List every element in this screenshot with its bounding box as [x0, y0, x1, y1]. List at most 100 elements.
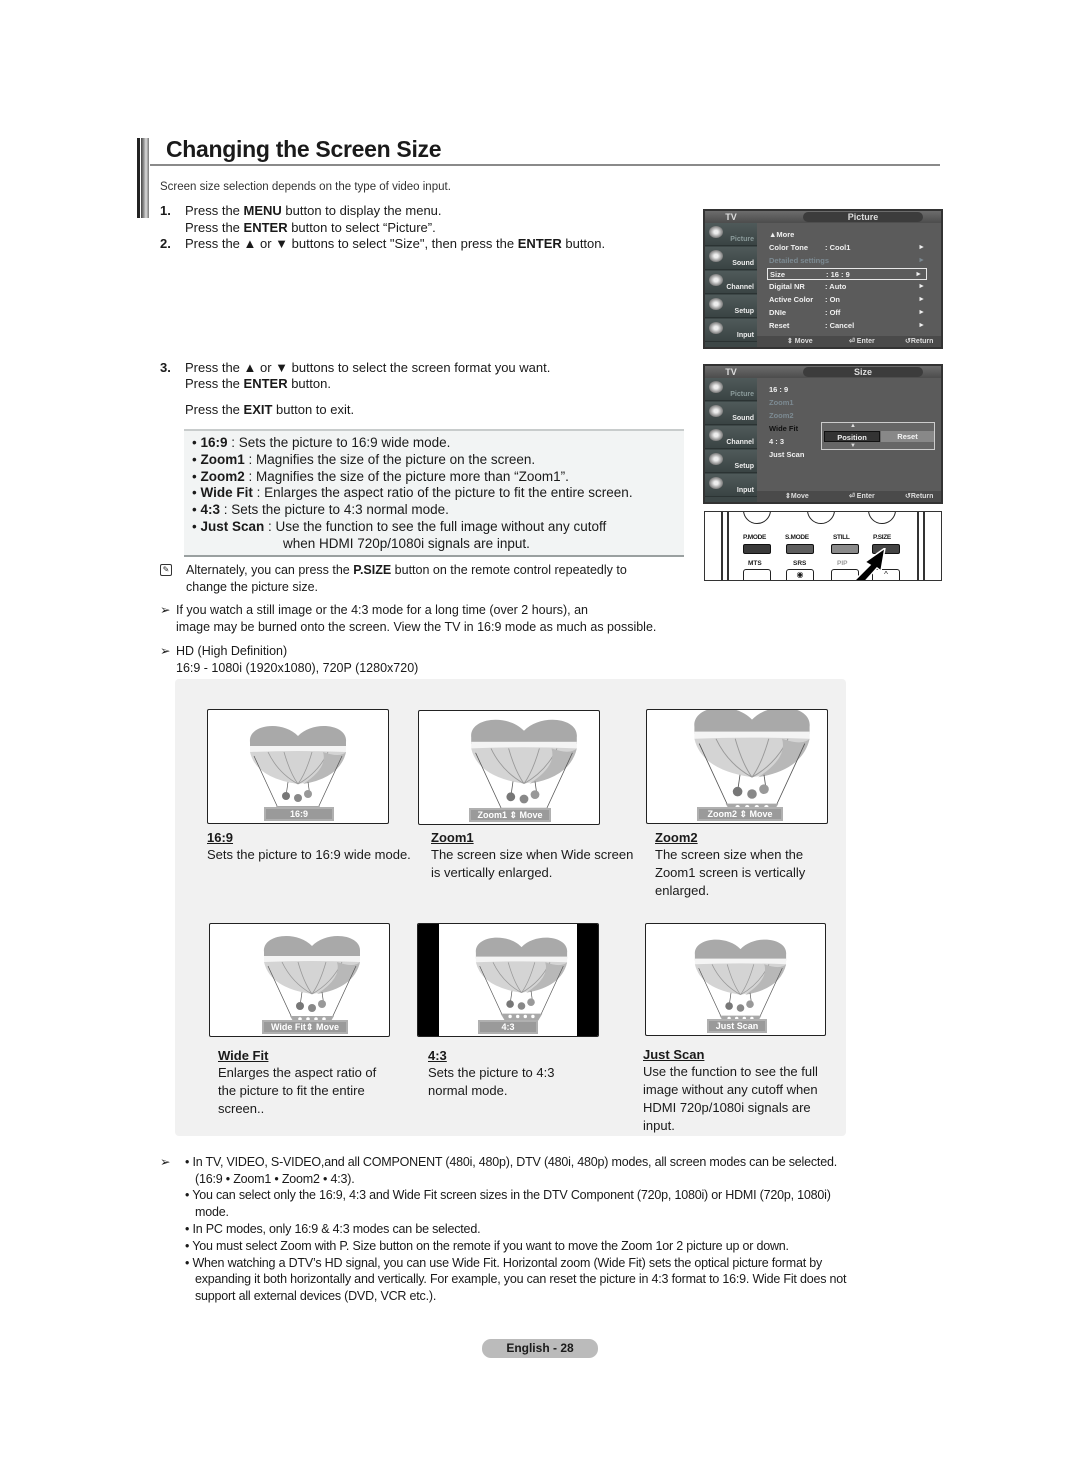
step-3: 3. Press the ▲ or ▼ buttons to select th… [160, 360, 680, 420]
enter-hint: ⏎ Enter [849, 493, 875, 500]
reset-button[interactable]: Reset [881, 431, 934, 442]
input-icon [709, 477, 723, 489]
move-hint: ⇕ Move [787, 338, 813, 345]
note-line: • When watching a DTV’s HD signal, you c… [185, 1256, 823, 1270]
osd-tv-label: TV [725, 367, 737, 377]
osd-size-option-zoom1[interactable]: Zoom1 [769, 397, 929, 409]
note-line: mode. [195, 1205, 229, 1219]
screen-mode-list: • 16:9 : Sets the picture to 16:9 wide m… [184, 429, 684, 557]
hot-air-balloon-image [249, 725, 347, 818]
setup-icon [709, 453, 723, 465]
psize-note-line2: change the picture size. [186, 580, 319, 594]
example-screen-just-scan: Just Scan [645, 923, 826, 1036]
mode-label-bar: 4:3 [478, 1020, 538, 1034]
position-reset-popup: ▲ Position Reset ▼ [821, 422, 935, 450]
example-title-just-scan: Just Scan [643, 1047, 705, 1062]
mts-button[interactable] [743, 569, 771, 580]
osd-sidebar-item-input[interactable]: Input [705, 319, 757, 342]
example-title-4-3: 4:3 [428, 1048, 447, 1063]
example-title-zoom2: Zoom2 [655, 830, 698, 845]
black-side-bar [418, 924, 439, 1036]
example-description-16-9: Sets the picture to 16:9 wide mode. [207, 847, 411, 862]
osd-row-size[interactable]: Size: 16 : 9 ► [767, 268, 927, 280]
example-screen-zoom2: Zoom2 ⇕ Move [646, 709, 828, 824]
example-screen-zoom1: Zoom1 ⇕ Move [418, 710, 600, 825]
osd-sidebar-item-channel[interactable]: Channel [705, 271, 757, 294]
mode-item: • Just Scan : Use the function to see th… [192, 518, 607, 534]
mode-label-bar: Zoom1 ⇕ Move [469, 808, 551, 822]
picture-icon [709, 226, 723, 238]
osd-title: Size [803, 367, 923, 377]
mode-item: • Zoom1 : Magnifies the size of the pict… [192, 451, 536, 467]
example-screen-4-3: 4:3 [417, 923, 599, 1037]
osd-size-option-just-scan[interactable]: Just Scan [769, 449, 929, 461]
pointer-arrow-icon [853, 548, 886, 580]
step-line: Press the MENU button to display the men… [185, 203, 442, 218]
pmode-button[interactable] [743, 544, 771, 554]
osd-sidebar-item-setup[interactable]: Setup [705, 450, 757, 473]
burn-in-note-line2: image may be burned onto the screen. Vie… [176, 620, 657, 634]
position-button[interactable]: Position [824, 431, 880, 442]
osd-footer: ⇕Move ⏎ Enter ↺Return [757, 491, 941, 502]
osd-sidebar-item-sound[interactable]: Sound [705, 402, 757, 425]
osd-row-color-tone[interactable]: Color Tone: Cool1 ► [769, 242, 929, 254]
mode-item: • 4:3 : Sets the picture to 4:3 normal m… [192, 502, 449, 518]
osd-row-digital-nr[interactable]: Digital NR: Auto ► [769, 281, 929, 293]
example-description-4-3: Sets the picture to 4:3 normal mode. [428, 1065, 555, 1098]
osd-size-menu: TV Size Picture Sound Channel Setup Inpu… [703, 364, 943, 504]
osd-size-option-zoom2[interactable]: Zoom2 [769, 410, 929, 422]
osd-row-more[interactable]: ▲More [769, 229, 929, 241]
down-arrow-icon: ▼ [850, 443, 856, 449]
mode-label-bar: Wide Fit⇕ Move [262, 1020, 348, 1034]
note-line: expanding it both horizontally and verti… [195, 1272, 847, 1286]
example-title-wide-fit: Wide Fit [218, 1048, 269, 1063]
black-side-bar [577, 924, 598, 1036]
osd-sidebar-item-sound[interactable]: Sound [705, 247, 757, 270]
osd-row-dnie[interactable]: DNIe: Off ► [769, 307, 929, 319]
channel-icon [709, 274, 723, 286]
srs-button[interactable]: ◉ [786, 569, 814, 580]
step-number: 3. [160, 360, 171, 375]
move-hint: ⇕Move [785, 493, 809, 500]
hd-note-line2: 16:9 - 1080i (1920x1080), 720P (1280x720… [176, 661, 419, 675]
osd-row-detailed-settings[interactable]: Detailed settings ► [769, 255, 929, 267]
mts-label: MTS [748, 560, 762, 567]
arrow-icon: ➢ [160, 603, 171, 617]
picture-icon [709, 381, 723, 393]
mode-label-bar: Zoom2 ⇕ Move [697, 807, 783, 821]
osd-row-active-color[interactable]: Active Color: On ► [769, 294, 929, 306]
example-description-just-scan: Use the function to see the full image w… [643, 1064, 818, 1133]
psize-label: P.SIZE [873, 534, 891, 541]
example-screen-wide-fit: Wide Fit⇕ Move [209, 923, 390, 1037]
osd-sidebar-item-setup[interactable]: Setup [705, 295, 757, 318]
step-line: Press the ENTER button. [185, 376, 331, 391]
hot-air-balloon-image [694, 710, 810, 818]
remote-round-button [743, 512, 771, 524]
step-line: Press the EXIT button to exit. [185, 402, 355, 417]
osd-picture-menu: TV Picture Picture Sound Channel Setup I… [703, 209, 943, 349]
osd-size-option-16-9[interactable]: 16 : 9 [769, 384, 929, 396]
smode-button[interactable] [786, 544, 814, 554]
osd-header: TV Picture [705, 211, 941, 223]
psize-note: Alternately, you can press the P.SIZE bu… [186, 563, 627, 577]
hot-air-balloon-image [475, 937, 568, 1025]
sound-icon [709, 250, 723, 262]
osd-sidebar-item-picture[interactable]: Picture [705, 378, 757, 401]
osd-row-reset[interactable]: Reset: Cancel ► [769, 320, 929, 332]
osd-sidebar-item-picture[interactable]: Picture [705, 223, 757, 246]
osd-header: TV Size [705, 366, 941, 378]
hot-air-balloon-image [694, 939, 787, 1027]
mode-item: • Zoom2 : Magnifies the size of the pict… [192, 468, 569, 484]
osd-sidebar-item-input[interactable]: Input [705, 474, 757, 497]
up-arrow-icon: ▲ [850, 423, 856, 429]
example-description-wide-fit: Enlarges the aspect ratio of the picture… [218, 1065, 377, 1116]
hot-air-balloon-image [263, 935, 361, 1028]
step-number: 2. [160, 236, 171, 251]
example-title-16-9: 16:9 [207, 830, 234, 845]
osd-sidebar-item-channel[interactable]: Channel [705, 426, 757, 449]
title-divider [150, 164, 940, 166]
channel-icon [709, 429, 723, 441]
note-icon: ✎ [160, 564, 172, 576]
setup-icon [709, 298, 723, 310]
page-subtitle: Screen size selection depends on the typ… [160, 181, 451, 193]
